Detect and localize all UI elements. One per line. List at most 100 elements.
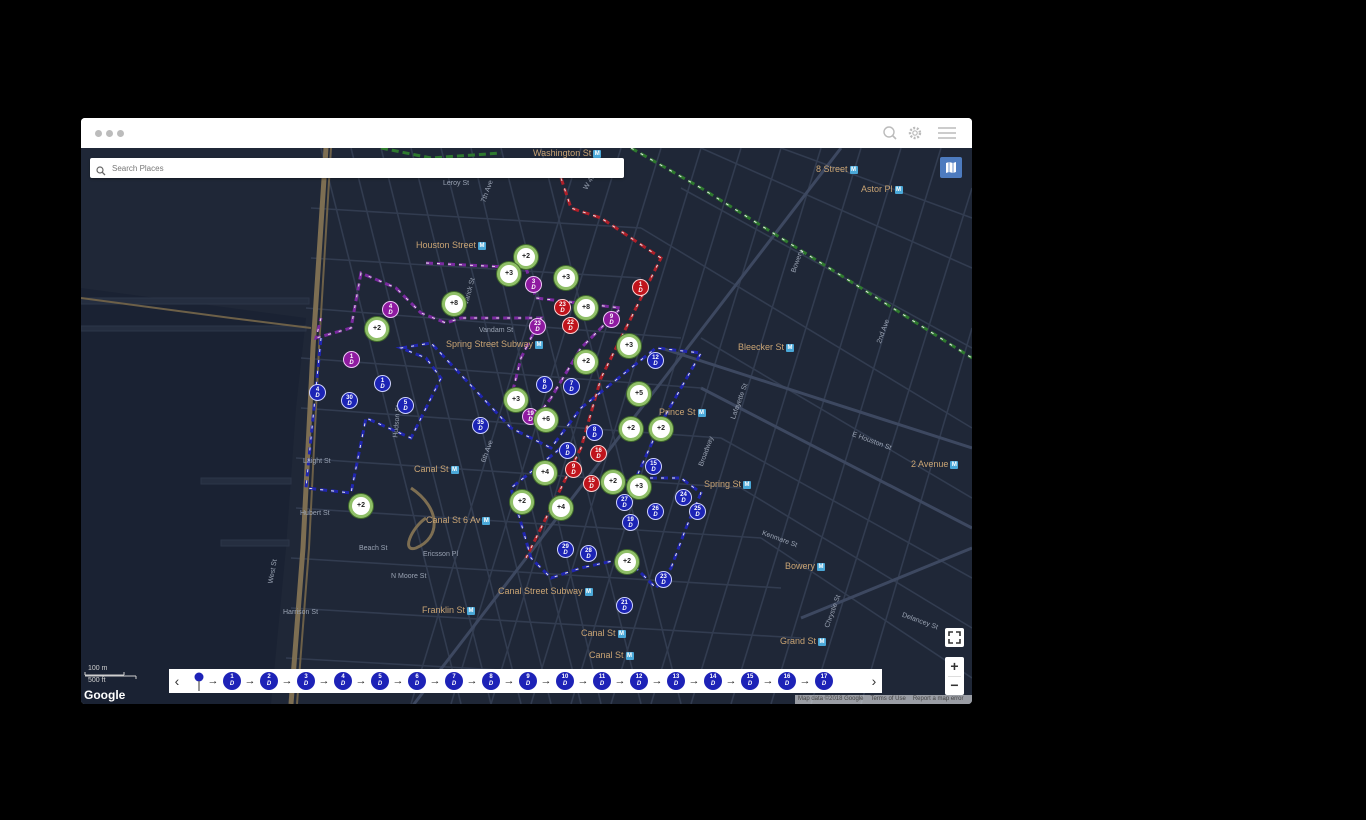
timeline-stop-suffix: D bbox=[451, 681, 457, 687]
cluster-marker[interactable]: +3 bbox=[617, 334, 641, 358]
stop-marker[interactable]: 28 D bbox=[580, 545, 597, 562]
cluster-marker[interactable]: +2 bbox=[615, 550, 639, 574]
stop-marker[interactable]: 35 D bbox=[472, 417, 489, 434]
cluster-marker[interactable]: +8 bbox=[442, 292, 466, 316]
cluster-marker[interactable]: +3 bbox=[497, 262, 521, 286]
stop-marker[interactable]: 23 D bbox=[655, 571, 672, 588]
stop-marker[interactable]: 29 D bbox=[557, 541, 574, 558]
search-icon[interactable] bbox=[882, 125, 898, 141]
stop-marker[interactable]: 8D bbox=[586, 424, 603, 441]
cluster-marker[interactable]: +2 bbox=[574, 350, 598, 374]
timeline-stop[interactable]: 17 D bbox=[815, 672, 833, 690]
timeline-arrow: → bbox=[725, 675, 737, 687]
map-label-prince-st: Prince St M bbox=[659, 407, 706, 417]
attribution-text: Map data ©2018 Google bbox=[798, 696, 864, 702]
stop-marker[interactable]: 19 D bbox=[622, 514, 639, 531]
stop-marker[interactable]: 30 D bbox=[341, 392, 358, 409]
timeline-track[interactable]: → 1 D → 2 D → 3 D → 4 D → 5 D → 6 D → 7 D → 8 D → 9 D → 10 D → 11 D → 12 D →… bbox=[187, 669, 864, 693]
map-type-button[interactable] bbox=[940, 157, 962, 178]
cluster-marker[interactable]: +6 bbox=[534, 408, 558, 432]
timeline-stop[interactable]: 10 D bbox=[556, 672, 574, 690]
stop-marker[interactable]: 25 D bbox=[689, 503, 706, 520]
stop-marker[interactable]: 23 D bbox=[529, 318, 546, 335]
stop-marker[interactable]: 15 D bbox=[645, 458, 662, 475]
scale-imperial: 500 ft bbox=[88, 677, 106, 684]
cluster-marker[interactable]: +2 bbox=[649, 417, 673, 441]
stop-marker[interactable]: 27 D bbox=[616, 494, 633, 511]
stop-marker[interactable]: 24 D bbox=[675, 489, 692, 506]
cluster-marker[interactable]: +2 bbox=[601, 470, 625, 494]
stop-marker[interactable]: 21 D bbox=[616, 597, 633, 614]
search-input[interactable] bbox=[112, 158, 612, 178]
timeline-stop[interactable]: 16 D bbox=[778, 672, 796, 690]
timeline-stop[interactable]: 2D bbox=[260, 672, 278, 690]
stop-marker[interactable]: 26 D bbox=[647, 503, 664, 520]
timeline-arrow: → bbox=[429, 675, 441, 687]
stop-marker[interactable]: 1D bbox=[374, 375, 391, 392]
hamburger-menu-icon[interactable] bbox=[938, 125, 956, 141]
timeline-stop[interactable]: 9D bbox=[519, 672, 537, 690]
window-dot[interactable] bbox=[95, 130, 102, 137]
zoom-out-button[interactable]: − bbox=[945, 676, 964, 695]
timeline-stop[interactable]: 5D bbox=[371, 672, 389, 690]
cluster-marker[interactable]: +8 bbox=[574, 296, 598, 320]
map-canvas[interactable]: Washington St M Houston Street M Spring St… bbox=[81, 148, 972, 704]
stop-marker[interactable]: 4D bbox=[382, 301, 399, 318]
cluster-marker[interactable]: +2 bbox=[365, 317, 389, 341]
cluster-marker[interactable]: +5 bbox=[627, 382, 651, 406]
stop-marker[interactable]: 7D bbox=[563, 378, 580, 395]
cluster-marker[interactable]: +4 bbox=[549, 496, 573, 520]
timeline-stop[interactable]: 6D bbox=[408, 672, 426, 690]
window-dot[interactable] bbox=[117, 130, 124, 137]
cluster-marker[interactable]: +2 bbox=[349, 494, 373, 518]
timeline-stop[interactable]: 4D bbox=[334, 672, 352, 690]
stop-marker[interactable]: 9D bbox=[565, 461, 582, 478]
cluster-marker[interactable]: +2 bbox=[619, 417, 643, 441]
map-label-laight-st: Laight St bbox=[303, 458, 331, 465]
map-label-bowery: Bowery M bbox=[785, 561, 826, 571]
cluster-marker[interactable]: +3 bbox=[554, 266, 578, 290]
map-label-spring-st-subway: Spring Street Subway M bbox=[446, 339, 544, 349]
timeline-stop-number: 8 bbox=[489, 674, 493, 680]
timeline-stop[interactable]: 8D bbox=[482, 672, 500, 690]
cluster-marker[interactable]: +2 bbox=[510, 490, 534, 514]
stop-marker[interactable]: 6D bbox=[536, 376, 553, 393]
timeline-stop[interactable]: 15 D bbox=[741, 672, 759, 690]
timeline-stop[interactable]: 7D bbox=[445, 672, 463, 690]
terms-link[interactable]: Terms of Use bbox=[870, 696, 905, 702]
fullscreen-button[interactable] bbox=[945, 628, 964, 647]
stop-marker[interactable]: 1D bbox=[632, 279, 649, 296]
timeline-stop-suffix: D bbox=[673, 681, 679, 687]
cluster-marker[interactable]: +3 bbox=[627, 475, 651, 499]
timeline-stop[interactable]: 12 D bbox=[630, 672, 648, 690]
timeline-stop[interactable]: 3D bbox=[297, 672, 315, 690]
timeline-stop[interactable]: 13 D bbox=[667, 672, 685, 690]
stop-marker[interactable]: 1D bbox=[343, 351, 360, 368]
stop-marker[interactable]: 3D bbox=[525, 276, 542, 293]
timeline-stop[interactable]: 11 D bbox=[593, 672, 611, 690]
stop-marker[interactable]: 5D bbox=[397, 397, 414, 414]
timeline-arrow: → bbox=[688, 675, 700, 687]
stop-marker[interactable]: 12 D bbox=[647, 352, 664, 369]
timeline-arrow: → bbox=[244, 675, 256, 687]
timeline-prev-button[interactable]: ‹ bbox=[169, 669, 185, 693]
gear-icon[interactable] bbox=[907, 125, 923, 141]
stop-marker[interactable]: 9D bbox=[603, 311, 620, 328]
timeline-arrow: → bbox=[762, 675, 774, 687]
search-box[interactable] bbox=[90, 158, 624, 178]
timeline-stop-number: 4 bbox=[341, 674, 345, 680]
stop-marker[interactable]: 23 D bbox=[554, 299, 571, 316]
timeline-next-button[interactable]: › bbox=[866, 669, 882, 693]
stop-marker[interactable]: 4D bbox=[309, 384, 326, 401]
stop-marker[interactable]: 16 D bbox=[590, 445, 607, 462]
stop-marker[interactable]: 15 D bbox=[583, 475, 600, 492]
window-dot[interactable] bbox=[106, 130, 113, 137]
report-error-link[interactable]: Report a map error bbox=[913, 696, 964, 702]
stop-marker[interactable]: 22 D bbox=[562, 317, 579, 334]
cluster-marker[interactable]: +4 bbox=[533, 461, 557, 485]
zoom-in-button[interactable]: + bbox=[945, 657, 964, 676]
timeline-stop[interactable]: 1D bbox=[223, 672, 241, 690]
timeline-stop[interactable]: 14 D bbox=[704, 672, 722, 690]
cluster-marker[interactable]: +3 bbox=[504, 388, 528, 412]
stop-marker[interactable]: 9D bbox=[559, 442, 576, 459]
